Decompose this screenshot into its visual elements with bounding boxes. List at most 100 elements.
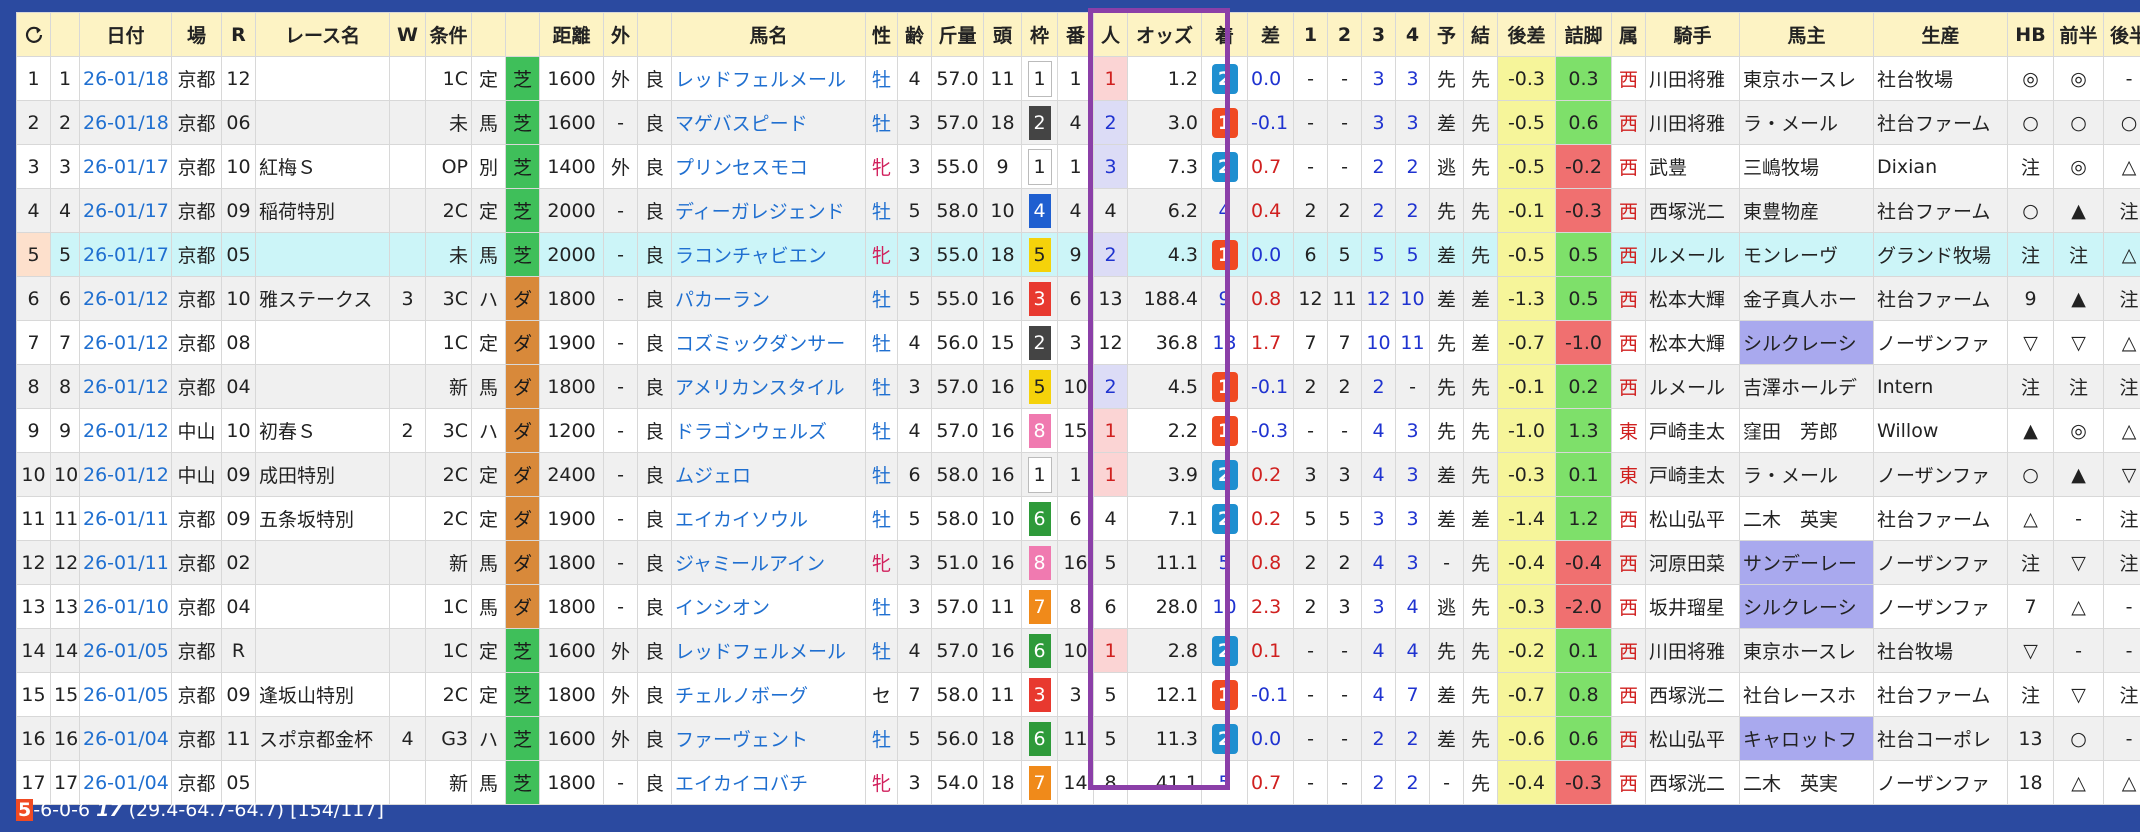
col-header-second-half[interactable]: 後半: [2103, 12, 2140, 57]
col-header-affiliation[interactable]: 属: [1611, 12, 1646, 57]
table-row[interactable]: 14 14 26-01/05 京都 R 1C 定芝 1600 外良レッドフェルメール牡 4 57.0…: [16, 628, 2140, 673]
table-row[interactable]: 6 6 26-01/12 京都 10 雅ステークス 3 3C ハダ 1800- 良パカーラン牡 5 55…: [16, 276, 2140, 321]
col-header[interactable]: [50, 12, 80, 57]
horse-name-link[interactable]: コズミックダンサー: [671, 320, 866, 365]
col-header[interactable]: [471, 12, 506, 57]
col-header-corner3[interactable]: 3: [1361, 12, 1396, 57]
race-date-link[interactable]: 26-01/17: [79, 188, 172, 233]
col-header-w[interactable]: W: [389, 12, 426, 57]
race-date-link[interactable]: 26-01/12: [79, 364, 172, 409]
race-class: 未: [425, 232, 472, 277]
table-row[interactable]: 4 4 26-01/17 京都 09 稲荷特別 2C 定芝 2000- 良ディーガレジェンド牡 5 5…: [16, 188, 2140, 233]
race-date-link[interactable]: 26-01/18: [79, 56, 172, 101]
finish-cell: 2: [1201, 56, 1248, 101]
col-header-jockey[interactable]: 騎手: [1645, 12, 1740, 57]
col-header-corner4[interactable]: 4: [1395, 12, 1430, 57]
table-row[interactable]: 8 8 26-01/12 京都 04 新馬ダ 1800- 良アメリカンスタイル牡 3 57.0 16…: [16, 364, 2140, 409]
col-header-venue[interactable]: 場: [171, 12, 222, 57]
col-header[interactable]: [637, 12, 672, 57]
col-header-breeder[interactable]: 生産: [1873, 12, 2008, 57]
col-header-race-name[interactable]: レース名: [255, 12, 390, 57]
table-row[interactable]: 5 5 26-01/17 京都 05 未馬芝 2000- 良ラコンチャビエン牝 3 55.0 18 5…: [16, 232, 2140, 277]
horse-name-link[interactable]: マゲバスピード: [671, 100, 866, 145]
horse-name-link[interactable]: レッドフェルメール: [671, 56, 866, 101]
col-header-closing[interactable]: 詰脚: [1555, 12, 1612, 57]
horse-name-link[interactable]: ディーガレジェンド: [671, 188, 866, 233]
race-date-link[interactable]: 26-01/12: [79, 452, 172, 497]
race-date-link[interactable]: 26-01/17: [79, 232, 172, 277]
horse-name-link[interactable]: ジャミールアイン: [671, 540, 866, 585]
col-header-popularity[interactable]: 人: [1093, 12, 1128, 57]
col-header-late-diff[interactable]: 後差: [1497, 12, 1556, 57]
col-header-condition[interactable]: 条件: [425, 12, 472, 57]
col-header-age[interactable]: 齢: [897, 12, 932, 57]
table-row[interactable]: 16 16 26-01/04 京都 11 スポ京都金杯 4 G3 ハ芝 1600 外良ファーヴェント…: [16, 716, 2140, 761]
col-header-finish[interactable]: 着: [1201, 12, 1248, 57]
race-date-link[interactable]: 26-01/12: [79, 320, 172, 365]
col-header-sex[interactable]: 性: [865, 12, 898, 57]
col-header-weight[interactable]: 斤量: [931, 12, 984, 57]
horse-name-link[interactable]: ファーヴェント: [671, 716, 866, 761]
horse-name-link[interactable]: チェルノボーグ: [671, 672, 866, 717]
table-row[interactable]: 2 2 26-01/18 京都 06 未馬芝 1600- 良マゲバスピード牡 3 57.0 18 2 4…: [16, 100, 2140, 145]
refresh-button[interactable]: [16, 12, 51, 57]
race-date-link[interactable]: 26-01/18: [79, 100, 172, 145]
race-date-link[interactable]: 26-01/11: [79, 540, 172, 585]
col-header-hb[interactable]: HB: [2007, 12, 2054, 57]
col-header-heads[interactable]: 頭: [983, 12, 1022, 57]
horse-name-link[interactable]: ドラゴンウェルズ: [671, 408, 866, 453]
col-header[interactable]: [505, 12, 540, 57]
col-header-odds[interactable]: オッズ: [1127, 12, 1202, 57]
horse-name-link[interactable]: アメリカンスタイル: [671, 364, 866, 409]
col-header-number[interactable]: 番: [1057, 12, 1094, 57]
col-header-prediction[interactable]: 予: [1429, 12, 1464, 57]
col-header-date[interactable]: 日付: [79, 12, 172, 57]
race-date-link[interactable]: 26-01/05: [79, 672, 172, 717]
horse-name-link[interactable]: ムジェロ: [671, 452, 866, 497]
col-header-first-half[interactable]: 前半: [2053, 12, 2104, 57]
col-header-race[interactable]: R: [221, 12, 256, 57]
col-header-horse[interactable]: 馬名: [671, 12, 866, 57]
corner-3: 4: [1361, 628, 1396, 673]
col-header-owner[interactable]: 馬主: [1739, 12, 1874, 57]
table-row[interactable]: 3 3 26-01/17 京都 10 紅梅Ｓ OP 別芝 1400 外良プリンセスモコ牝 3 55.0…: [16, 144, 2140, 189]
refresh-icon[interactable]: [24, 24, 44, 46]
race-date-link[interactable]: 26-01/11: [79, 496, 172, 541]
table-row[interactable]: 9 9 26-01/12 中山 10 初春Ｓ 2 3C ハダ 1200- 良ドラゴンウェルズ牡 4 57…: [16, 408, 2140, 453]
table-row[interactable]: 15 15 26-01/05 京都 09 逢坂山特別 2C 定芝 1800 外良チェルノボーグセ 7…: [16, 672, 2140, 717]
table-row[interactable]: 11 11 26-01/11 京都 09 五条坂特別 2C 定ダ 1900- 良エイカイソウル牡 5…: [16, 496, 2140, 541]
table-row[interactable]: 1 1 26-01/18 京都 12 1C 定芝 1600 外良レッドフェルメール牡 4 57.0 1…: [16, 56, 2140, 101]
col-header-distance[interactable]: 距離: [539, 12, 604, 57]
gate-badge: 1: [1027, 456, 1052, 493]
table-row[interactable]: 10 10 26-01/12 中山 09 成田特別 2C 定ダ 2400- 良ムジェロ牡 6 58.0…: [16, 452, 2140, 497]
race-date-link[interactable]: 26-01/04: [79, 716, 172, 761]
race-class: 新: [425, 540, 472, 585]
jockey-name: 西塚洸二: [1645, 672, 1740, 717]
distance: 1600: [539, 56, 604, 101]
horse-name-link[interactable]: レッドフェルメール: [671, 628, 866, 673]
col-header-result[interactable]: 結: [1463, 12, 1498, 57]
race-date-link[interactable]: 26-01/10: [79, 584, 172, 629]
race-date-link[interactable]: 26-01/12: [79, 408, 172, 453]
col-header-corner2[interactable]: 2: [1327, 12, 1362, 57]
race-date-link[interactable]: 26-01/17: [79, 144, 172, 189]
col-header-waku[interactable]: 枠: [1021, 12, 1058, 57]
affiliation: 東: [1611, 452, 1646, 497]
race-date-link[interactable]: 26-01/05: [79, 628, 172, 673]
race-date-link[interactable]: 26-01/12: [79, 276, 172, 321]
horse-name-link[interactable]: インシオン: [671, 584, 866, 629]
col-header-corner1[interactable]: 1: [1293, 12, 1328, 57]
horse-name-link[interactable]: プリンセスモコ: [671, 144, 866, 189]
horse-name-link[interactable]: ラコンチャビエン: [671, 232, 866, 277]
carried-weight: 51.0: [931, 540, 984, 585]
horse-name-link[interactable]: パカーラン: [671, 276, 866, 321]
horse-name-link[interactable]: エイカイコバチ: [671, 760, 866, 805]
col-header-outer[interactable]: 外: [603, 12, 638, 57]
second-half-mark: ▽: [2103, 452, 2140, 497]
table-row[interactable]: 13 13 26-01/10 京都 04 1C 馬ダ 1800- 良インシオン牡 3 57.0 11 7…: [16, 584, 2140, 629]
table-row[interactable]: 12 12 26-01/11 京都 02 新馬ダ 1800- 良ジャミールアイン牝 3 51.0 1…: [16, 540, 2140, 585]
col-header-margin[interactable]: 差: [1247, 12, 1294, 57]
surface: ダ: [505, 452, 540, 497]
horse-name-link[interactable]: エイカイソウル: [671, 496, 866, 541]
table-row[interactable]: 7 7 26-01/12 京都 08 1C 定ダ 1900- 良コズミックダンサー牡 4 56.0 1…: [16, 320, 2140, 365]
